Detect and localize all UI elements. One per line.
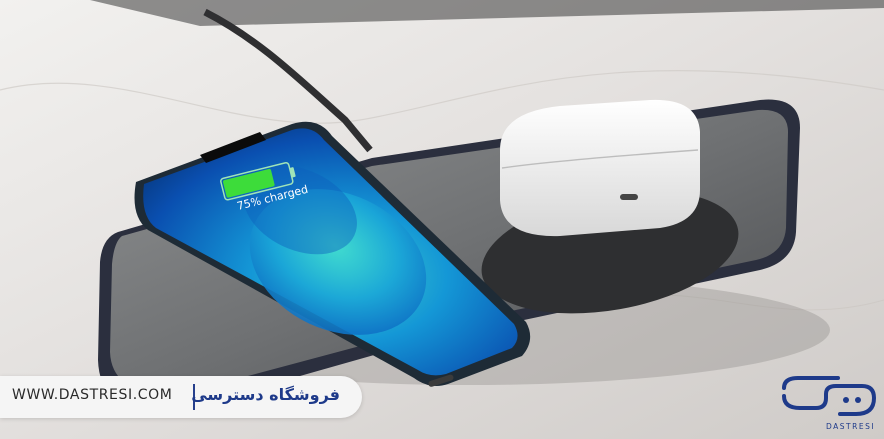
website-url[interactable]: WWW.DASTRESI.COM <box>12 387 172 403</box>
logo-wordmark: DASTRESI <box>826 422 876 431</box>
product-photo: 75% charged <box>0 0 884 439</box>
store-name: فروشگاه دسترسی <box>191 385 340 404</box>
airpods-case <box>500 99 700 237</box>
caption-bar: WWW.DASTRESI.COM فروشگاه دسترسی <box>0 376 362 418</box>
